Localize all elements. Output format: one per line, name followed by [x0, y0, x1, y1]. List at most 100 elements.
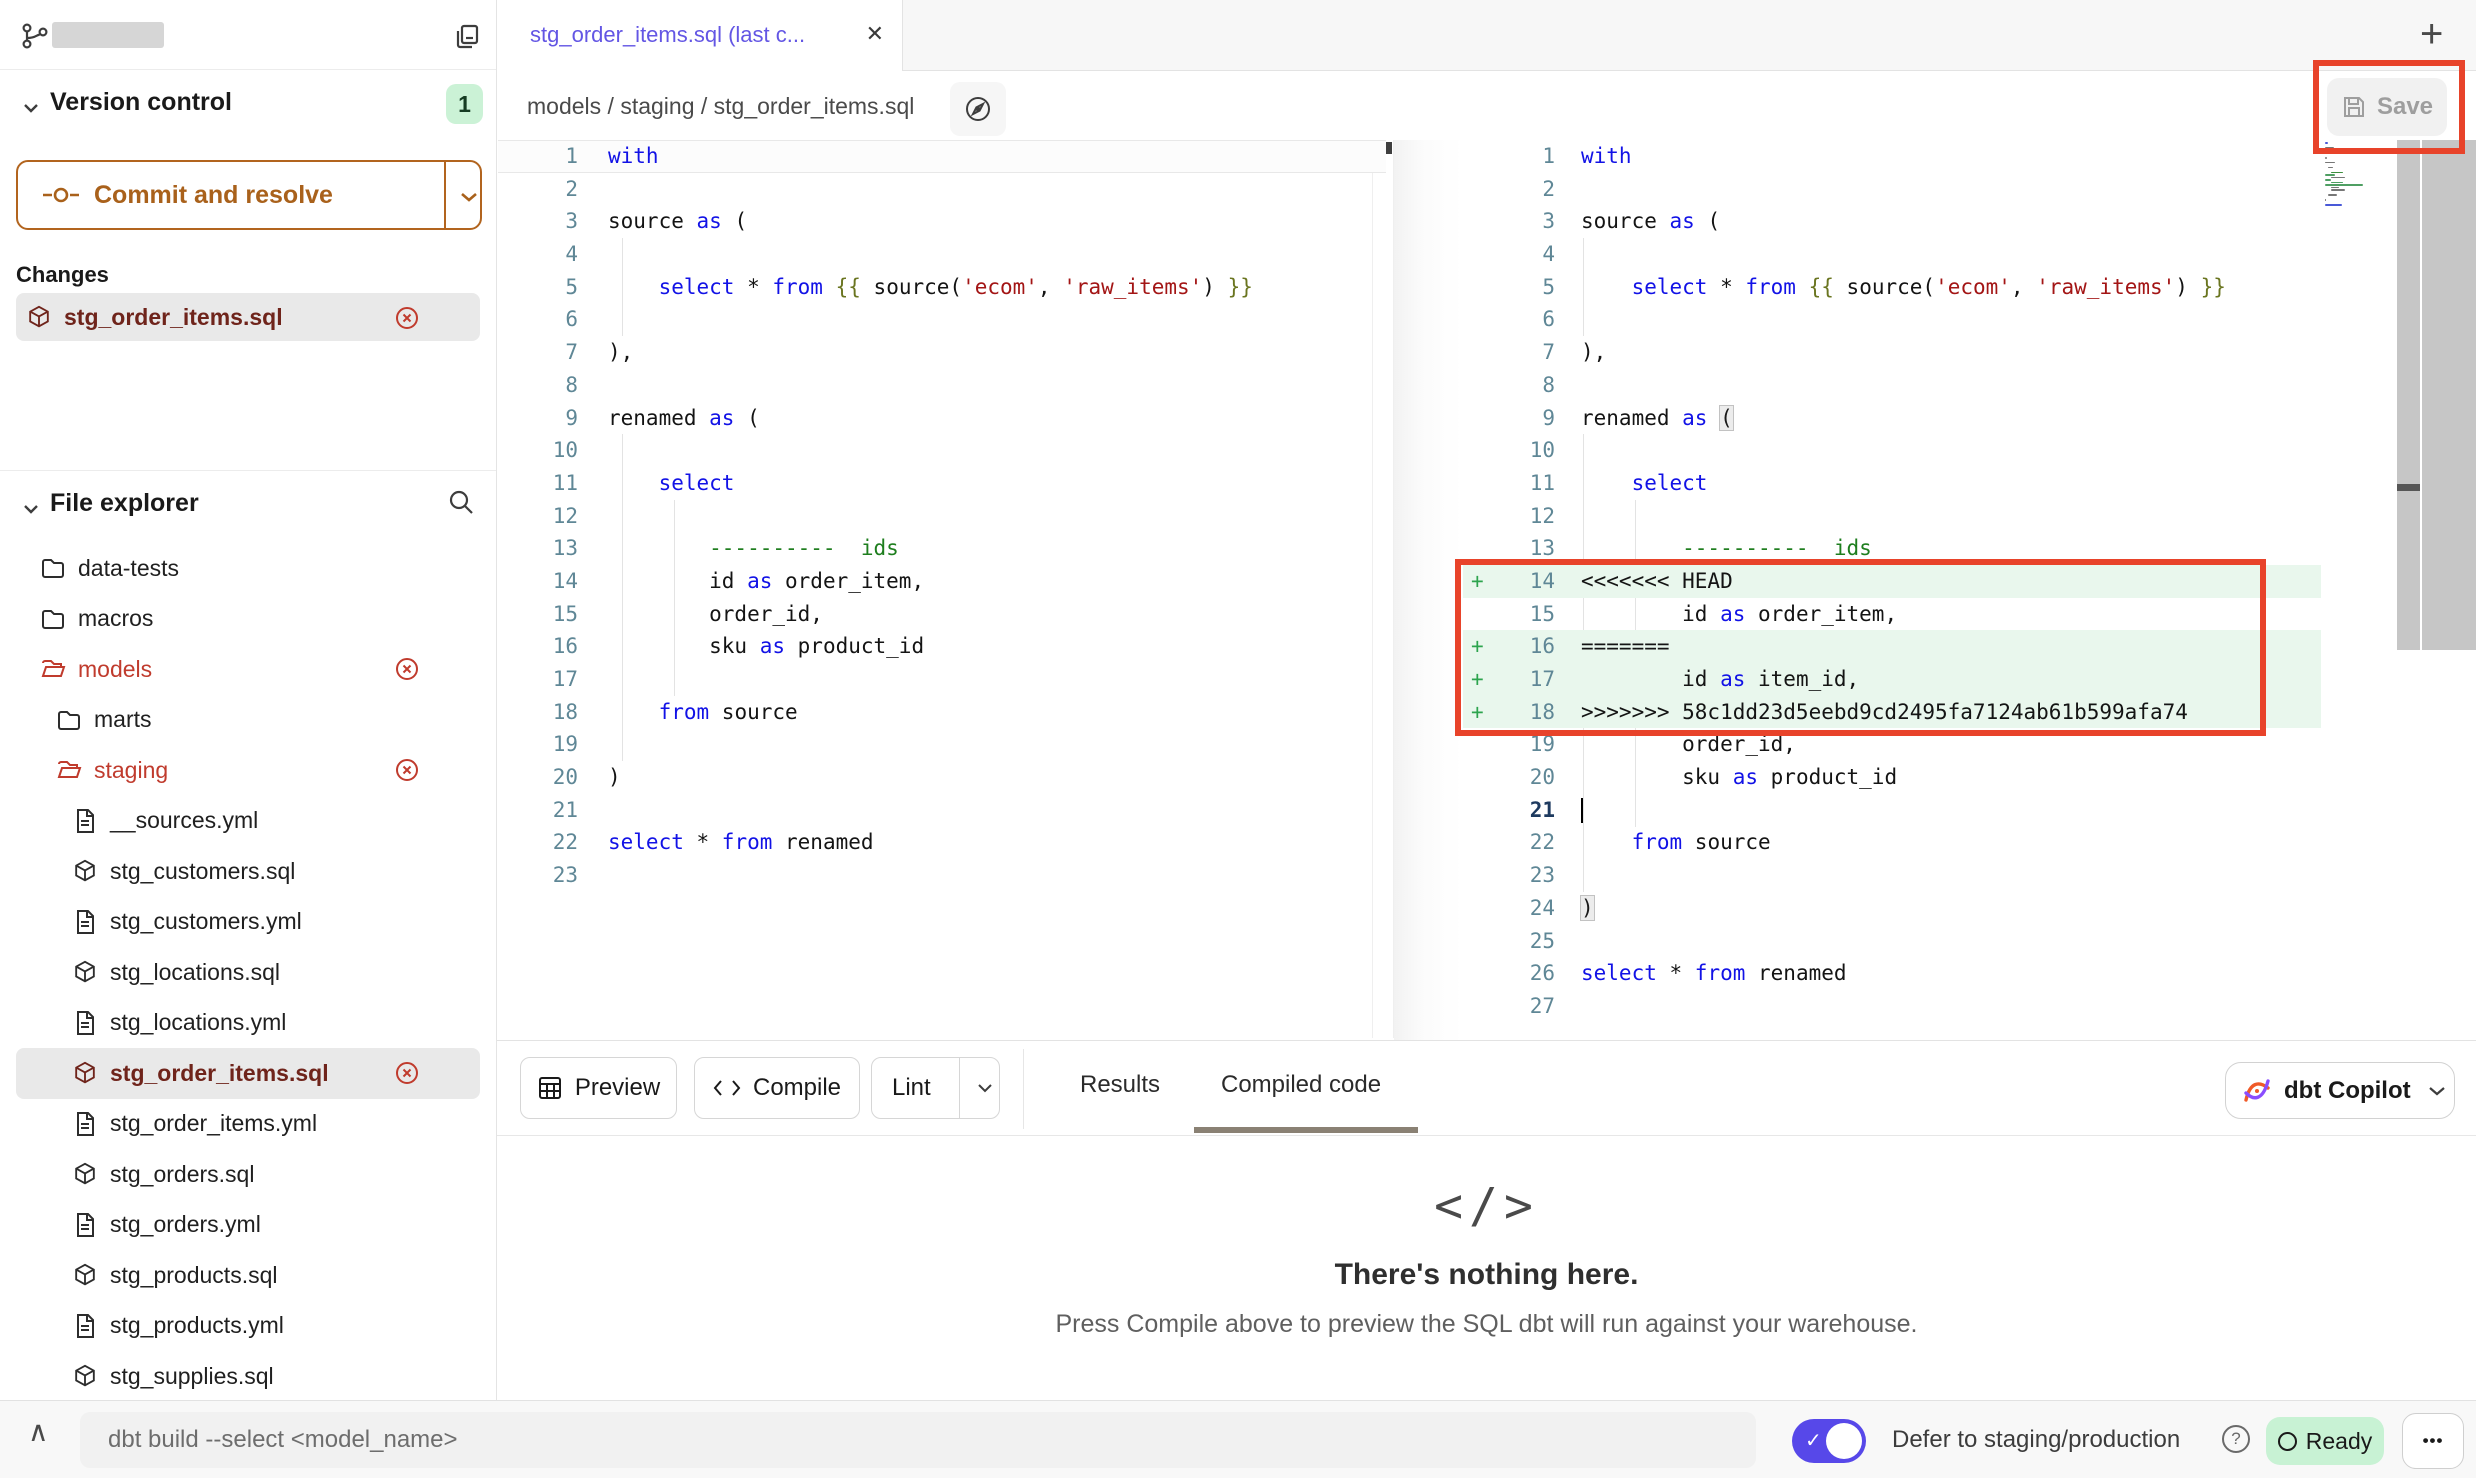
file-row-stg_orders.yml[interactable]: stg_orders.yml	[16, 1200, 480, 1251]
code-line-12[interactable]: 12	[1463, 500, 2321, 533]
command-input[interactable]	[80, 1412, 1756, 1468]
chevron-down-icon[interactable]	[20, 498, 42, 520]
commit-and-resolve-button[interactable]: Commit and resolve	[16, 160, 482, 230]
discard-changes-icon[interactable]	[394, 757, 420, 783]
code-line-3[interactable]: 3source as (	[1463, 205, 2321, 238]
minimap[interactable]	[2325, 142, 2395, 212]
branch-name-redacted[interactable]	[52, 22, 164, 48]
code-line-13[interactable]: 13 ---------- ids	[1463, 532, 2321, 565]
code-line-2[interactable]: 2	[1463, 173, 2321, 206]
compile-button[interactable]: Compile	[694, 1057, 860, 1119]
code-line-10[interactable]: 10	[498, 434, 1386, 467]
more-options-button[interactable]: •••	[2402, 1413, 2464, 1469]
code-line-22[interactable]: 22select * from renamed	[498, 826, 1386, 859]
file-row-stg_order_items.yml[interactable]: stg_order_items.yml	[16, 1099, 480, 1150]
new-tab-button[interactable]: +	[2420, 12, 2443, 57]
file-row-stg_customers.yml[interactable]: stg_customers.yml	[16, 897, 480, 948]
code-line-6[interactable]: 6	[498, 303, 1386, 336]
file-row-stg_orders.sql[interactable]: stg_orders.sql	[16, 1149, 480, 1200]
file-row-stg_customers.sql[interactable]: stg_customers.sql	[16, 846, 480, 897]
dbt-copilot-button[interactable]: dbt Copilot	[2225, 1062, 2455, 1119]
code-line-3[interactable]: 3source as (	[498, 205, 1386, 238]
code-line-1[interactable]: 1with	[498, 140, 1386, 173]
code-line-1[interactable]: 1with	[1463, 140, 2321, 173]
chevron-down-icon[interactable]	[20, 97, 42, 119]
code-line-16[interactable]: +16=======	[1463, 630, 2321, 663]
code-line-14[interactable]: +14<<<<<<< HEAD	[1463, 565, 2321, 598]
discard-changes-icon[interactable]	[394, 305, 420, 331]
code-line-18[interactable]: +18>>>>>>> 58c1dd23d5eebd9cd2495fa7124ab…	[1463, 696, 2321, 729]
file-row-stg_products.yml[interactable]: stg_products.yml	[16, 1301, 480, 1352]
code-line-4[interactable]: 4	[1463, 238, 2321, 271]
preview-button[interactable]: Preview	[520, 1057, 677, 1119]
save-button[interactable]: Save	[2327, 78, 2447, 136]
code-line-8[interactable]: 8	[498, 369, 1386, 402]
code-line-6[interactable]: 6	[1463, 303, 2321, 336]
file-row-stg_locations.yml[interactable]: stg_locations.yml	[16, 998, 480, 1049]
code-line-21[interactable]: 21	[498, 794, 1386, 827]
code-line-22[interactable]: 22 from source	[1463, 826, 2321, 859]
file-row-staging[interactable]: staging	[16, 745, 480, 796]
help-icon[interactable]: ?	[2222, 1425, 2250, 1453]
file-row-__sources.yml[interactable]: __sources.yml	[16, 796, 480, 847]
code-line-8[interactable]: 8	[1463, 369, 2321, 402]
code-line-20[interactable]: 20 sku as product_id	[1463, 761, 2321, 794]
code-line-13[interactable]: 13 ---------- ids	[498, 532, 1386, 565]
expand-panel-button[interactable]: ∧	[28, 1415, 49, 1448]
code-line-9[interactable]: 9renamed as (	[1463, 402, 2321, 435]
close-icon[interactable]: ✕	[866, 21, 884, 47]
editor-scrollbar[interactable]	[2422, 140, 2476, 650]
code-line-20[interactable]: 20)	[498, 761, 1386, 794]
code-line-17[interactable]: +17 id as item_id,	[1463, 663, 2321, 696]
code-line-24[interactable]: 24)	[1463, 892, 2321, 925]
code-line-4[interactable]: 4	[498, 238, 1386, 271]
code-line-19[interactable]: 19	[498, 728, 1386, 761]
code-line-11[interactable]: 11 select	[498, 467, 1386, 500]
file-row-stg_supplies.sql[interactable]: stg_supplies.sql	[16, 1351, 480, 1402]
code-line-10[interactable]: 10	[1463, 434, 2321, 467]
tab-compiled-code[interactable]: Compiled code	[1221, 1071, 1381, 1099]
file-row-stg_products.sql[interactable]: stg_products.sql	[16, 1250, 480, 1301]
file-row-models[interactable]: models	[16, 644, 480, 695]
code-line-27[interactable]: 27	[1463, 990, 2321, 1023]
defer-toggle[interactable]: ✓	[1792, 1419, 1866, 1463]
code-line-7[interactable]: 7),	[498, 336, 1386, 369]
code-line-19[interactable]: 19 order_id,	[1463, 728, 2321, 761]
code-line-12[interactable]: 12	[498, 500, 1386, 533]
tab-results[interactable]: Results	[1080, 1071, 1160, 1099]
file-row-data-tests[interactable]: data-tests	[16, 543, 480, 594]
copy-icon[interactable]	[452, 22, 482, 52]
chevron-down-icon[interactable]	[971, 1077, 999, 1099]
code-line-15[interactable]: 15 order_id,	[498, 598, 1386, 631]
code-line-23[interactable]: 23	[1463, 859, 2321, 892]
code-line-16[interactable]: 16 sku as product_id	[498, 630, 1386, 663]
lint-button[interactable]: Lint	[871, 1057, 1000, 1119]
change-row-stg_order_items.sql[interactable]: stg_order_items.sql	[16, 293, 480, 341]
discard-changes-icon[interactable]	[394, 1060, 420, 1086]
code-line-21[interactable]: 21	[1463, 794, 2321, 827]
file-row-stg_locations.sql[interactable]: stg_locations.sql	[16, 947, 480, 998]
code-line-26[interactable]: 26select * from renamed	[1463, 957, 2321, 990]
code-line-17[interactable]: 17	[498, 663, 1386, 696]
code-line-7[interactable]: 7),	[1463, 336, 2321, 369]
lineage-compass-button[interactable]	[950, 82, 1006, 136]
discard-changes-icon[interactable]	[394, 656, 420, 682]
code-line-9[interactable]: 9renamed as (	[498, 402, 1386, 435]
code-line-14[interactable]: 14 id as order_item,	[498, 565, 1386, 598]
file-row-stg_order_items.sql[interactable]: stg_order_items.sql	[16, 1048, 480, 1099]
code-line-2[interactable]: 2	[498, 173, 1386, 206]
code-line-18[interactable]: 18 from source	[498, 696, 1386, 729]
code-line-5[interactable]: 5 select * from {{ source('ecom', 'raw_i…	[1463, 271, 2321, 304]
chevron-down-icon[interactable]	[456, 186, 482, 208]
code-line-23[interactable]: 23	[498, 859, 1386, 892]
minimap-slider[interactable]	[2397, 140, 2420, 650]
code-line-11[interactable]: 11 select	[1463, 467, 2321, 500]
tab-stg-order-items[interactable]: stg_order_items.sql (last c... ✕	[497, 0, 903, 72]
code-line-5[interactable]: 5 select * from {{ source('ecom', 'raw_i…	[498, 271, 1386, 304]
file-row-marts[interactable]: marts	[16, 695, 480, 746]
left-pane-scrollbar-track[interactable]	[1372, 140, 1394, 1038]
search-icon[interactable]	[446, 487, 476, 517]
code-line-25[interactable]: 25	[1463, 925, 2321, 958]
pane-divider[interactable]	[1394, 140, 1463, 1040]
code-line-15[interactable]: 15 id as order_item,	[1463, 598, 2321, 631]
